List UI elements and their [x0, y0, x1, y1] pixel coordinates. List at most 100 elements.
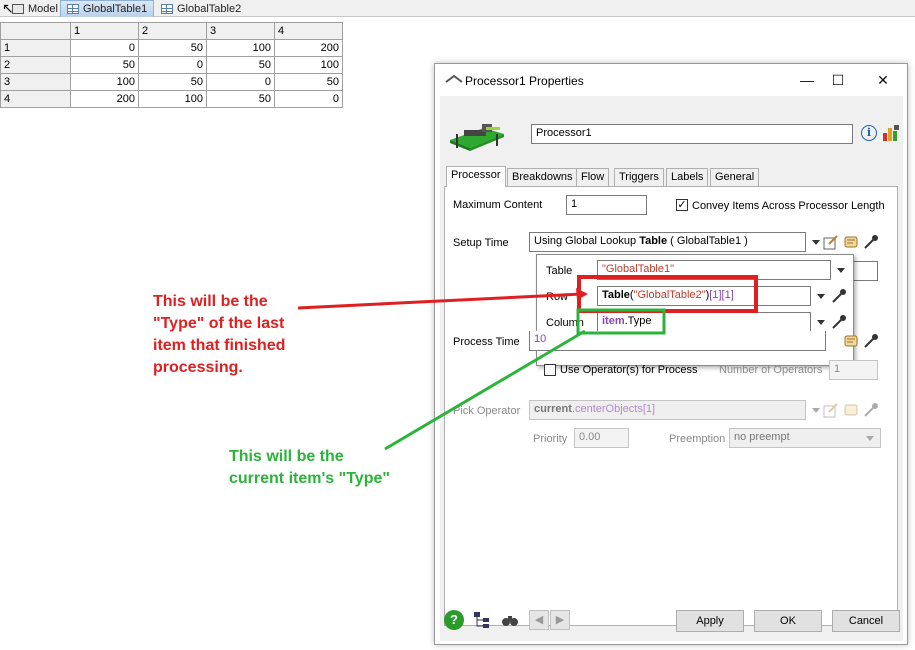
- properties-edit-icon[interactable]: [823, 402, 839, 418]
- tab-triggers[interactable]: Triggers: [614, 168, 664, 186]
- tab-model-label: Model: [28, 2, 58, 15]
- column-header[interactable]: 3: [206, 22, 275, 40]
- setup-time-combo[interactable]: Using Global Lookup Table ( GlobalTable1…: [529, 232, 806, 252]
- close-button[interactable]: ✕: [869, 70, 897, 90]
- table-cell[interactable]: 100: [274, 56, 343, 74]
- ok-button[interactable]: OK: [754, 610, 822, 632]
- tree-view-icon[interactable]: [472, 610, 492, 630]
- green-annotation-text: This will be the current item's "Type": [229, 446, 390, 490]
- previous-object-button[interactable]: ◀: [529, 610, 549, 630]
- row-header[interactable]: 1: [0, 39, 71, 57]
- table-icon: [161, 3, 173, 14]
- eyedropper-icon[interactable]: [863, 402, 879, 418]
- row-header[interactable]: 2: [0, 56, 71, 74]
- popup-column-field[interactable]: item.Type: [597, 312, 811, 332]
- tab-labels[interactable]: Labels: [666, 168, 709, 186]
- table-cell[interactable]: 100: [70, 73, 139, 91]
- setup-time-dropdown-icon[interactable]: [812, 240, 820, 245]
- popup-table-field[interactable]: "GlobalTable1": [597, 260, 831, 280]
- tab-general[interactable]: General: [710, 168, 760, 186]
- model-icon: [12, 3, 24, 14]
- cancel-button[interactable]: Cancel: [832, 610, 900, 632]
- row-header[interactable]: 3: [0, 73, 71, 91]
- table-cell[interactable]: 0: [206, 73, 275, 91]
- eyedropper-icon[interactable]: [863, 234, 879, 250]
- info-icon[interactable]: i: [861, 125, 877, 141]
- code-scroll-icon[interactable]: [843, 234, 859, 250]
- process-time-field[interactable]: 10: [529, 331, 826, 351]
- next-object-button[interactable]: ▶: [550, 610, 570, 630]
- table-cell[interactable]: 50: [206, 90, 275, 108]
- pick-operator-dropdown-icon[interactable]: [812, 408, 820, 413]
- table-row: 4 200 100 50 0: [0, 90, 343, 108]
- process-time-label: Process Time: [453, 336, 520, 348]
- priority-field[interactable]: 0.00: [574, 428, 629, 448]
- pick-operator-index: [1]: [642, 403, 656, 415]
- popup-column-dropdown-icon[interactable]: [817, 320, 825, 325]
- green-annotation-line: current item's "Type": [229, 470, 390, 487]
- use-operator-checkbox[interactable]: [544, 364, 556, 376]
- global-table-grid: 1 2 3 4 1 0 50 100 200 2 50 0 50 100 3 1…: [0, 22, 343, 108]
- tab-processor[interactable]: Processor: [446, 166, 506, 187]
- column-header[interactable]: 4: [274, 22, 343, 40]
- max-content-field[interactable]: 1: [566, 195, 647, 215]
- pick-operator-combo[interactable]: current.centerObjects[1]: [529, 400, 806, 420]
- popup-row-field[interactable]: Table("GlobalTable2")[1][1]: [597, 286, 811, 306]
- code-scroll-icon[interactable]: [843, 333, 859, 349]
- statistics-chart-icon[interactable]: [882, 124, 900, 142]
- table-cell[interactable]: 50: [138, 39, 207, 57]
- processor-properties-dialog: Processor1 Properties — ☐ ✕ Processor1 i…: [434, 63, 908, 645]
- table-cell[interactable]: 200: [70, 90, 139, 108]
- popup-row-arg: "GlobalTable2": [633, 289, 706, 301]
- help-icon[interactable]: ?: [444, 610, 464, 630]
- tab-globaltable1[interactable]: GlobalTable1: [60, 0, 155, 17]
- table-cell[interactable]: 50: [138, 73, 207, 91]
- minimize-button[interactable]: —: [793, 70, 821, 90]
- popup-table-dropdown-icon[interactable]: [837, 268, 845, 273]
- eyedropper-icon[interactable]: [831, 288, 847, 304]
- use-operator-label: Use Operator(s) for Process: [560, 364, 698, 376]
- table-cell[interactable]: 100: [138, 90, 207, 108]
- tab-globaltable2[interactable]: GlobalTable2: [155, 0, 247, 17]
- maximize-button[interactable]: ☐: [824, 70, 852, 90]
- popup-row-dropdown-icon[interactable]: [817, 294, 825, 299]
- apply-button[interactable]: Apply: [676, 610, 744, 632]
- row-header[interactable]: 4: [0, 90, 71, 108]
- tab-model[interactable]: Model: [6, 0, 64, 17]
- pick-operator-member: .centerObjects: [571, 403, 643, 415]
- tab-breakdowns[interactable]: Breakdowns: [507, 168, 578, 186]
- table-cell[interactable]: 50: [70, 56, 139, 74]
- column-header[interactable]: 1: [70, 22, 139, 40]
- table-cell[interactable]: 200: [274, 39, 343, 57]
- popup-table-value: "GlobalTable1": [602, 263, 675, 275]
- green-annotation-line: This will be the: [229, 448, 344, 465]
- convey-checkbox[interactable]: ✓: [676, 199, 688, 211]
- tab-flow[interactable]: Flow: [576, 168, 610, 186]
- num-operators-field[interactable]: 1: [829, 360, 878, 380]
- table-icon: [67, 4, 79, 14]
- preemption-combo[interactable]: no preempt: [729, 428, 881, 448]
- popup-row-index: [1][1]: [709, 289, 734, 301]
- code-scroll-icon[interactable]: [843, 402, 859, 418]
- dialog-titlebar[interactable]: Processor1 Properties — ☐ ✕: [435, 64, 907, 96]
- table-cell[interactable]: 50: [206, 56, 275, 74]
- setup-time-label: Setup Time: [453, 237, 509, 249]
- max-content-label: Maximum Content: [453, 199, 543, 211]
- table-cell[interactable]: 100: [206, 39, 275, 57]
- eyedropper-icon[interactable]: [831, 314, 847, 330]
- table-corner-cell[interactable]: [0, 22, 71, 40]
- object-name-field[interactable]: Processor1: [531, 124, 853, 144]
- preemption-dropdown-icon[interactable]: [866, 436, 874, 441]
- table-cell[interactable]: 50: [274, 73, 343, 91]
- table-cell[interactable]: 0: [138, 56, 207, 74]
- setup-time-bold: Table: [639, 235, 668, 247]
- table-cell[interactable]: 0: [274, 90, 343, 108]
- table-cell[interactable]: 0: [70, 39, 139, 57]
- eyedropper-icon[interactable]: [863, 333, 879, 349]
- process-time-value: 10: [534, 333, 547, 345]
- preemption-label: Preemption: [669, 433, 726, 445]
- binoculars-icon[interactable]: [500, 610, 520, 630]
- tab-globaltable2-label: GlobalTable2: [177, 2, 242, 15]
- column-header[interactable]: 2: [138, 22, 207, 40]
- properties-edit-icon[interactable]: [823, 234, 839, 250]
